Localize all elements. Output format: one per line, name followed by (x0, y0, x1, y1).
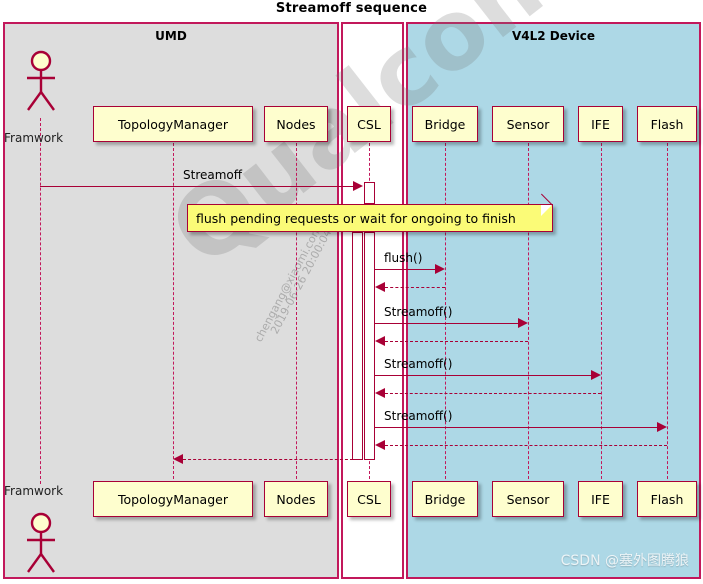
message-arrowhead-streamoff-sensor-return (375, 336, 385, 346)
activation-bar-csl-inner (364, 232, 375, 460)
participant-label: Nodes (276, 491, 316, 507)
participant-box-nodes-bottom[interactable]: Nodes (264, 481, 328, 517)
message-label-streamoff: Streamoff (183, 168, 243, 182)
participant-label: IFE (591, 116, 610, 132)
participant-box-csl-top[interactable]: CSL (347, 106, 391, 142)
message-line-streamoff-ife-return (385, 393, 601, 394)
participant-label: TopologyManager (118, 491, 228, 507)
participant-box-sensor-bottom[interactable]: Sensor (492, 481, 564, 517)
message-line-flush-return (385, 287, 445, 288)
group-label-v4l2: V4L2 Device (511, 29, 596, 43)
participant-box-flash-bottom[interactable]: Flash (637, 481, 697, 517)
participant-box-ife-bottom[interactable]: IFE (578, 481, 623, 517)
actor-label-bottom: Framwork (4, 484, 64, 498)
message-line-streamoff-ife (375, 375, 592, 376)
activation-bar-csl-outer (352, 232, 363, 460)
message-arrowhead-csl-return (173, 454, 183, 464)
message-arrowhead-streamoff-sensor (518, 318, 528, 328)
lifeline-sensor (528, 143, 529, 479)
participant-box-topologymanager-bottom[interactable]: TopologyManager (93, 481, 253, 517)
message-line-streamoff (40, 186, 354, 187)
message-line-csl-return (183, 459, 353, 460)
participant-box-csl-bottom[interactable]: CSL (347, 481, 391, 517)
participant-label: Bridge (424, 491, 466, 507)
message-line-flush (375, 269, 436, 270)
actor-stick-figure-icon-top (20, 50, 62, 112)
actor-label-top: Framwork (4, 131, 64, 145)
participant-label: Bridge (424, 116, 466, 132)
lifeline-ife (601, 143, 602, 479)
message-label-streamoff-ife: Streamoff() (384, 357, 453, 371)
activation-bar-csl-initial (364, 182, 375, 204)
lifeline-topologymanager (173, 143, 174, 479)
message-label-streamoff-flash: Streamoff() (384, 409, 453, 423)
lifeline-nodes (296, 143, 297, 479)
note-text: flush pending requests or wait for ongoi… (196, 210, 516, 226)
sequence-diagram: Streamoff sequence UMD V4L2 Device Qualc… (0, 0, 703, 584)
note-fold-corner-icon (541, 205, 552, 216)
message-arrowhead-streamoff (353, 181, 363, 191)
group-label-umd: UMD (155, 29, 187, 43)
message-arrowhead-streamoff-ife-return (375, 388, 385, 398)
participant-box-flash-top[interactable]: Flash (637, 106, 697, 142)
participant-box-bridge-bottom[interactable]: Bridge (412, 481, 478, 517)
participant-label: CSL (357, 116, 381, 132)
participant-label: Nodes (276, 116, 316, 132)
actor-stick-figure-icon-bottom (20, 512, 62, 574)
participant-label: Sensor (506, 491, 550, 507)
lifeline-flash (667, 143, 668, 479)
participant-label: Flash (650, 491, 684, 507)
message-label-streamoff-sensor: Streamoff() (384, 305, 453, 319)
message-arrowhead-streamoff-flash (657, 422, 667, 432)
message-line-streamoff-flash-return (385, 445, 667, 446)
participant-label: TopologyManager (118, 116, 228, 132)
participant-label: Flash (650, 116, 684, 132)
message-label-flush: flush() (384, 251, 423, 265)
participant-label: Sensor (506, 116, 550, 132)
message-line-streamoff-sensor-return (385, 341, 528, 342)
message-line-streamoff-sensor (375, 323, 519, 324)
participant-box-bridge-top[interactable]: Bridge (412, 106, 478, 142)
participant-box-ife-top[interactable]: IFE (578, 106, 623, 142)
note-flush-pending: flush pending requests or wait for ongoi… (187, 193, 553, 232)
participant-label: CSL (357, 491, 381, 507)
participant-box-topologymanager-top[interactable]: TopologyManager (93, 106, 253, 142)
participant-label: IFE (591, 491, 610, 507)
message-arrowhead-streamoff-flash-return (375, 440, 385, 450)
participant-box-sensor-top[interactable]: Sensor (492, 106, 564, 142)
page-title: Streamoff sequence (275, 1, 428, 16)
lifeline-framwork (40, 118, 41, 484)
message-arrowhead-streamoff-ife (591, 370, 601, 380)
message-arrowhead-flush (435, 264, 445, 274)
message-arrowhead-flush-return (375, 282, 385, 292)
participant-box-nodes-top[interactable]: Nodes (264, 106, 328, 142)
message-line-streamoff-flash (375, 427, 658, 428)
